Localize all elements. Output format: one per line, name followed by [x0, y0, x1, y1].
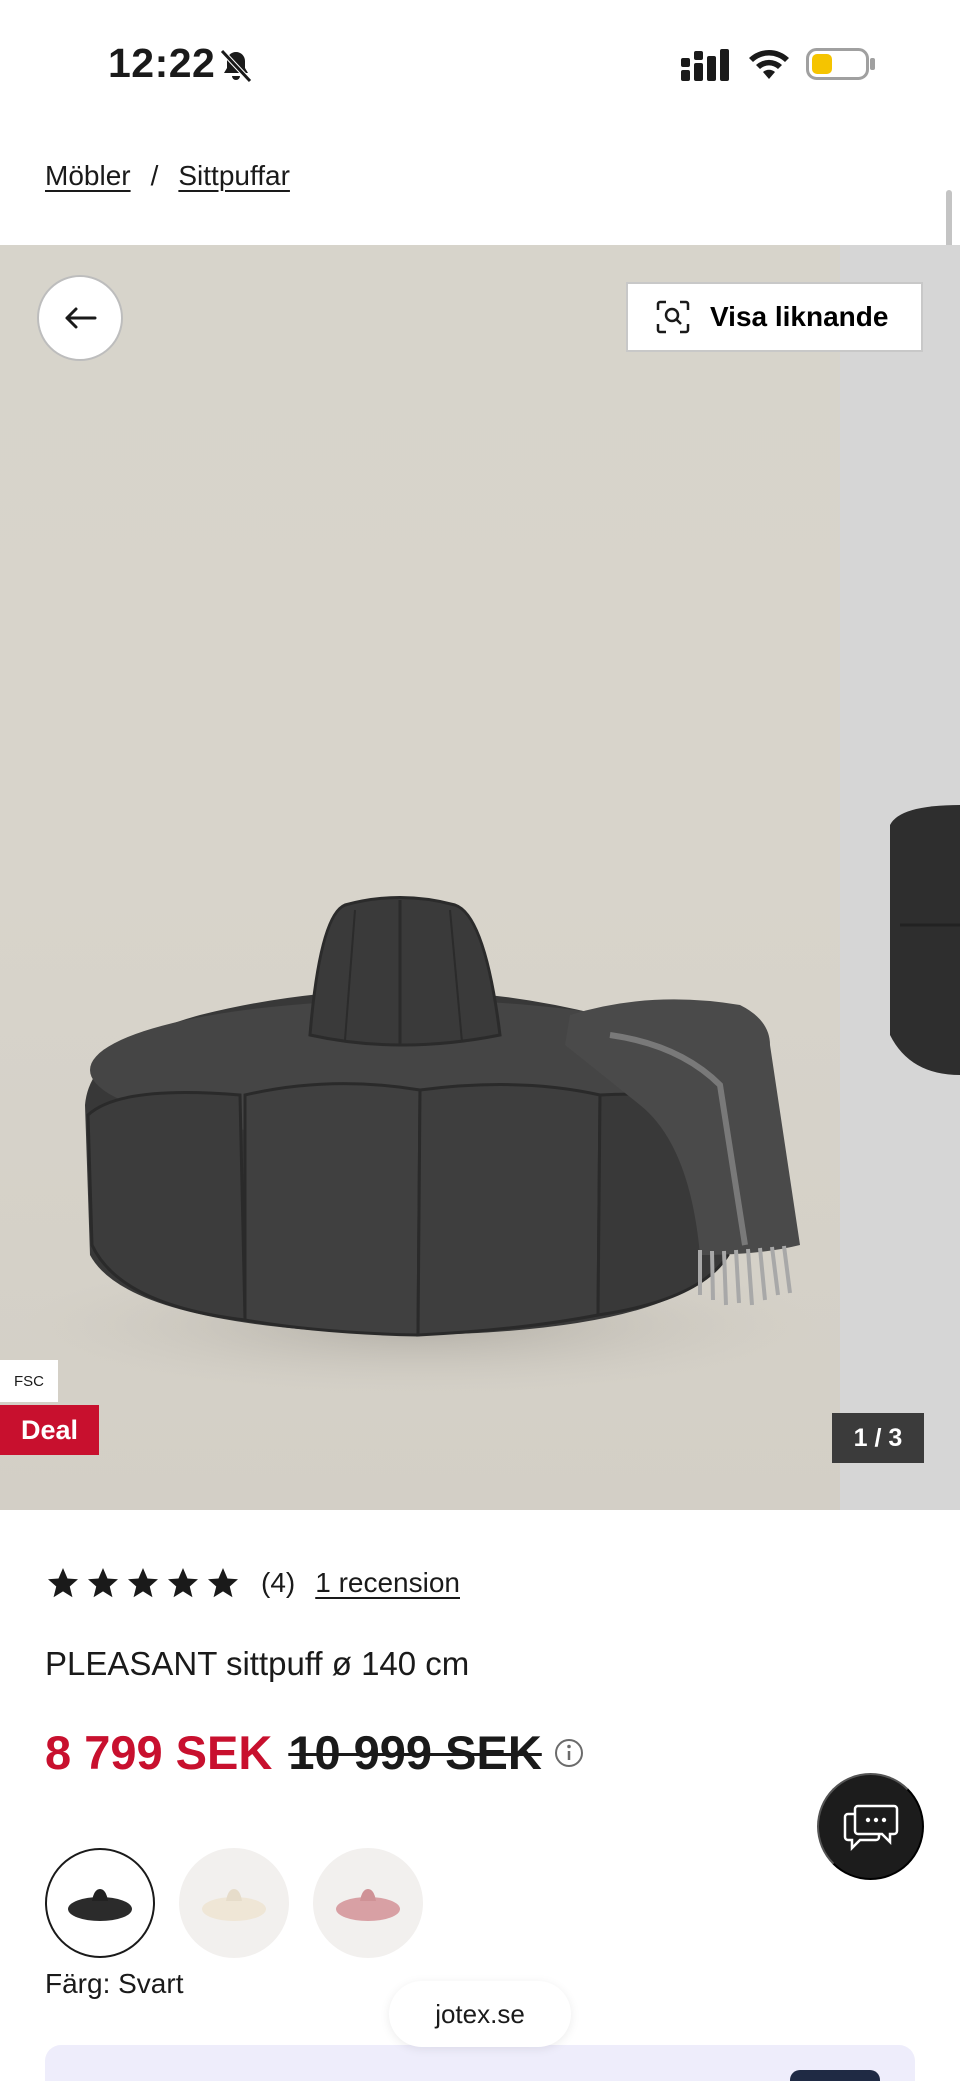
rating-count: (4) — [261, 1567, 296, 1598]
pouf-peek-illustration — [890, 805, 960, 1075]
product-image[interactable] — [0, 245, 840, 1510]
chat-icon — [843, 1804, 898, 1851]
pouf-black-thumbnail — [68, 1889, 132, 1921]
site-url-pill[interactable]: jotex.se — [389, 1981, 571, 2047]
breadcrumb-separator: / — [150, 160, 159, 191]
swatch-pink[interactable] — [313, 1848, 423, 1958]
info-icon[interactable] — [554, 1738, 584, 1768]
price-row: 8 799 SEK 10 999 SEK — [45, 1725, 584, 1780]
status-time: 12:22 — [108, 40, 216, 86]
visa-liknande-button[interactable]: Visa liknande — [626, 282, 923, 352]
next-product-image-peek[interactable] — [840, 245, 960, 1510]
deal-badge: Deal — [0, 1405, 99, 1455]
rating-row: (4) 1 recension — [45, 1565, 460, 1601]
price-original: 10 999 SEK — [288, 1726, 542, 1779]
star-icon — [168, 1568, 198, 1598]
visual-search-icon — [656, 300, 690, 334]
back-button[interactable] — [37, 275, 123, 361]
bottom-panel — [45, 2045, 915, 2081]
breadcrumb-link-mobler[interactable]: Möbler — [45, 160, 131, 192]
image-counter: 1 / 3 — [832, 1413, 924, 1463]
star-rating — [45, 1565, 241, 1601]
star-icon — [48, 1568, 78, 1598]
star-icon — [208, 1568, 238, 1598]
wifi-icon — [749, 50, 789, 79]
signal-icon — [681, 49, 729, 81]
pouf-pink-thumbnail — [336, 1889, 400, 1921]
pouf-cream-thumbnail — [202, 1889, 266, 1921]
product-title: PLEASANT sittpuff ø 140 cm — [45, 1645, 470, 1682]
bottom-panel-tab[interactable] — [790, 2070, 880, 2081]
star-icon — [128, 1568, 158, 1598]
pouf-illustration — [20, 896, 820, 1395]
swatch-black[interactable] — [45, 1848, 155, 1958]
swatch-cream[interactable] — [179, 1848, 289, 1958]
status-bar: 12:22 — [0, 0, 960, 130]
breadcrumb: Möbler / Sittpuffar — [45, 160, 290, 192]
star-icon — [88, 1568, 118, 1598]
color-label: Färg: Svart — [45, 1968, 184, 1999]
visa-liknande-label: Visa liknande — [710, 301, 889, 332]
color-swatches — [45, 1848, 423, 1958]
chat-button[interactable] — [817, 1773, 924, 1880]
battery-icon — [806, 48, 875, 80]
review-link[interactable]: 1 recension — [315, 1567, 460, 1599]
arrow-left-icon — [65, 307, 97, 329]
breadcrumb-link-sittpuffar[interactable]: Sittpuffar — [178, 160, 290, 192]
product-gallery[interactable]: Visa liknande FSC Deal 1 / 3 — [0, 245, 960, 1510]
bell-off-icon — [220, 49, 252, 83]
price-current: 8 799 SEK — [45, 1726, 273, 1779]
fsc-badge: FSC — [0, 1360, 58, 1402]
